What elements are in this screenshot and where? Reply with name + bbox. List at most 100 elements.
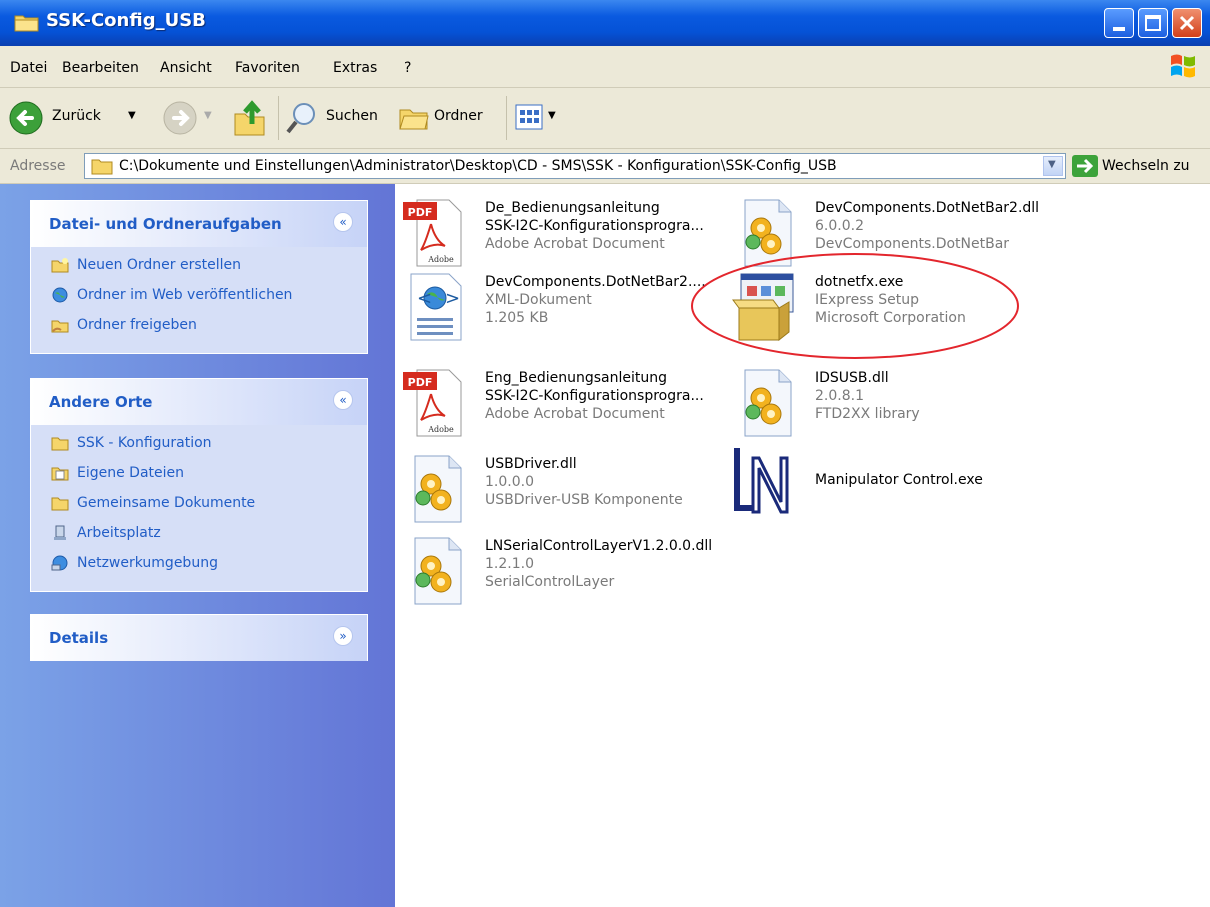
dll-icon [414,537,462,605]
file-info: 6.0.0.2 [815,218,864,234]
place-label: Eigene Dateien [77,465,185,481]
svg-text:PDF: PDF [408,206,433,219]
address-path: C:\Dokumente und Einstellungen\Administr… [119,158,837,174]
back-button[interactable]: Zurück ▼ [8,98,158,138]
address-input[interactable]: C:\Dokumente und Einstellungen\Administr… [84,153,1066,179]
address-dropdown-button[interactable]: ▼ [1043,156,1063,176]
svg-text:PDF: PDF [408,376,433,389]
file-item[interactable]: < > DevComponents.DotNetBar2.... XML-Dok… [401,272,731,346]
folder-icon [51,437,69,451]
task-label: Ordner im Web veröffentlichen [77,287,293,303]
place-label: Netzwerkumgebung [77,555,218,571]
maximize-icon [1145,15,1161,31]
menu-bar: Datei Bearbeiten Ansicht Favoriten Extra… [0,46,1210,88]
file-name: Eng_Bedienungsanleitung [485,370,667,386]
pdf-icon: PDF Adobe [403,369,462,437]
minimize-icon [1113,27,1125,31]
collapse-icon[interactable]: « [333,390,353,410]
file-type: USBDriver-USB Komponente [485,492,683,508]
views-button[interactable]: ▼ [514,102,570,134]
place-arbeitsplatz[interactable]: Arbeitsplatz [51,525,161,547]
svg-text:>: > [445,288,460,309]
views-icon [515,104,543,130]
globe-icon [52,287,68,303]
task-label: Ordner freigeben [77,317,197,333]
my-documents-icon [51,467,69,481]
file-item[interactable]: IDSUSB.dll 2.0.8.1 FTD2XX library [731,368,1061,442]
close-button[interactable] [1172,8,1202,38]
details-header[interactable]: Details » [31,615,367,661]
other-places-title: Andere Orte [49,393,153,411]
folder-up-icon[interactable] [232,98,268,138]
go-label[interactable]: Wechseln zu [1102,158,1190,174]
file-item[interactable]: USBDriver.dll 1.0.0.0 USBDriver-USB Komp… [401,454,731,528]
forward-arrow-icon [163,101,197,135]
windows-logo-icon [1171,54,1195,78]
menu-extras[interactable]: Extras [333,60,377,76]
file-name: DevComponents.DotNetBar2.dll [815,200,1040,216]
menu-datei[interactable]: Datei [10,60,47,76]
file-info: XML-Dokument [485,292,592,308]
search-button[interactable]: Suchen [284,98,394,138]
toolbar: Zurück ▼ ▼ Suchen Ordner ▼ [0,88,1210,149]
task-share-folder[interactable]: Ordner freigeben [51,317,197,339]
file-name: DevComponents.DotNetBar2.... [485,274,706,290]
folders-button[interactable]: Ordner [398,98,498,138]
folders-label: Ordner [434,108,483,124]
menu-bearbeiten[interactable]: Bearbeiten [62,60,139,76]
details-title: Details [49,629,109,647]
file-type: Adobe Acrobat Document [485,406,665,422]
file-item[interactable]: Manipulator Control.exe [731,446,1061,520]
file-item[interactable]: LNSerialControlLayerV1.2.0.0.dll 1.2.1.0… [401,536,731,610]
file-name: Manipulator Control.exe [815,472,983,488]
menu-ansicht[interactable]: Ansicht [160,60,212,76]
close-icon [1179,15,1195,31]
task-new-folder[interactable]: Neuen Ordner erstellen [51,257,241,279]
file-name: IDSUSB.dll [815,370,889,386]
file-type: FTD2XX library [815,406,920,422]
file-info: SSK-I2C-Konfigurationsprogra... [485,218,704,234]
file-info: SSK-I2C-Konfigurationsprogra... [485,388,704,404]
file-item[interactable]: PDF Adobe De_Bedienungsanleitung SSK-I2C… [401,198,731,272]
file-info: 2.0.8.1 [815,388,864,404]
maximize-button[interactable] [1138,8,1168,38]
expand-icon[interactable]: » [333,626,353,646]
file-item[interactable]: PDF Adobe Eng_Bedienungsanleitung SSK-I2… [401,368,731,442]
task-label: Neuen Ordner erstellen [77,257,242,273]
forward-button[interactable]: ▼ [162,100,218,136]
other-places-header[interactable]: Andere Orte « [31,379,367,425]
collapse-icon[interactable]: « [333,212,353,232]
minimize-button[interactable] [1104,8,1134,38]
place-eigene-dateien[interactable]: Eigene Dateien [51,465,184,487]
file-tasks-header[interactable]: Datei- und Ordneraufgaben « [31,201,367,247]
arrow-right-icon [1077,158,1094,174]
task-publish-web[interactable]: Ordner im Web veröffentlichen [51,287,292,309]
file-name: LNSerialControlLayerV1.2.0.0.dll [485,538,713,554]
window-title: SSK-Config_USB [46,10,206,31]
place-netzwerkumgebung[interactable]: Netzwerkumgebung [51,555,218,577]
task-pane: Datei- und Ordneraufgaben « Neuen Ordner… [0,184,395,907]
back-arrow-icon [9,101,43,135]
place-label: Arbeitsplatz [77,525,161,541]
menu-help[interactable]: ? [404,60,411,76]
chevron-down-icon: ▼ [204,110,212,121]
shared-folder-icon [51,320,69,333]
dll-icon [414,455,462,523]
folder-icon [91,159,113,175]
highlight-circle [691,253,1019,359]
address-bar: Adresse C:\Dokumente und Einstellungen\A… [0,149,1210,184]
folders-icon [399,109,429,130]
file-name: USBDriver.dll [485,456,577,472]
place-ssk-konfiguration[interactable]: SSK - Konfiguration [51,435,212,457]
file-info: 1.2.1.0 [485,556,534,572]
go-button[interactable] [1072,155,1098,177]
place-label: Gemeinsame Dokumente [77,495,256,511]
file-info: 1.0.0.0 [485,474,534,490]
search-label: Suchen [326,108,378,124]
chevron-down-icon: ▼ [128,110,136,121]
ln-app-icon [734,448,789,514]
other-places-panel: Andere Orte « SSK - Konfiguration Eigene… [30,378,368,592]
menu-favoriten[interactable]: Favoriten [235,60,300,76]
file-tasks-panel: Datei- und Ordneraufgaben « Neuen Ordner… [30,200,368,354]
place-gemeinsame-dokumente[interactable]: Gemeinsame Dokumente [51,495,255,517]
